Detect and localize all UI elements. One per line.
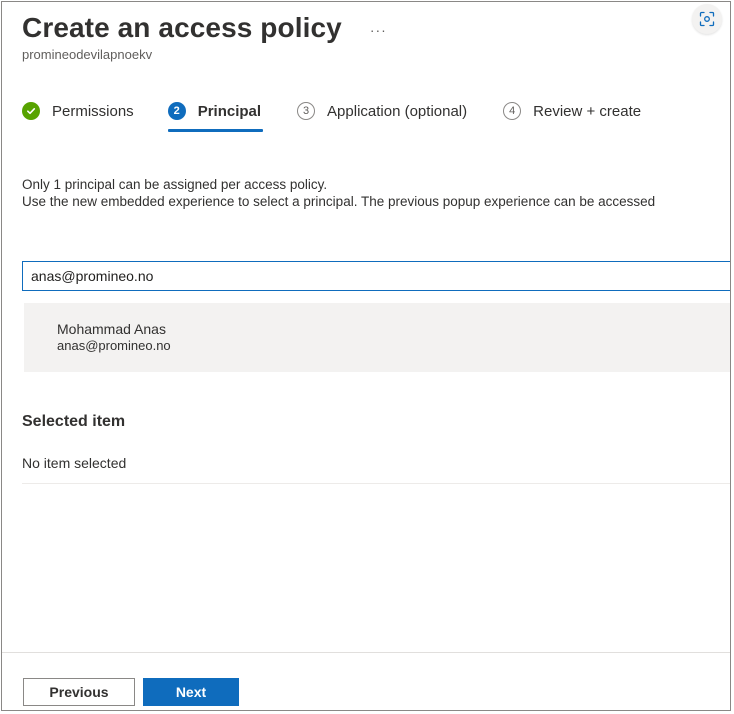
info-text: Only 1 principal can be assigned per acc…	[22, 176, 655, 210]
search-result-item[interactable]: Mohammad Anas anas@promineo.no	[24, 303, 730, 372]
more-options-icon[interactable]: ···	[370, 22, 387, 38]
step-number: 3	[297, 102, 316, 120]
title-row: Create an access policy ···	[22, 12, 387, 44]
access-policy-panel: Create an access policy ··· promineodevi…	[1, 1, 731, 711]
principal-search-input[interactable]	[22, 261, 730, 291]
focus-mode-icon	[699, 11, 715, 27]
result-email: anas@promineo.no	[57, 338, 171, 353]
tab-principal[interactable]: 2 Principal	[167, 98, 264, 132]
resource-name: promineodevilapnoekv	[22, 47, 153, 62]
wizard-steps: Permissions 2 Principal 3 Application (o…	[22, 98, 641, 132]
step-label: Application (optional)	[327, 102, 468, 120]
tab-application[interactable]: 3 Application (optional)	[297, 98, 467, 124]
previous-button[interactable]: Previous	[23, 678, 135, 706]
step-number: 4	[503, 102, 522, 120]
info-line-2: Use the new embedded experience to selec…	[22, 194, 656, 209]
result-name: Mohammad Anas	[57, 321, 166, 337]
selected-item-empty: No item selected	[22, 446, 730, 484]
step-label: Permissions	[52, 102, 134, 120]
footer-bar: Previous Next	[2, 652, 730, 710]
tab-permissions[interactable]: Permissions	[22, 98, 134, 124]
step-label: Principal	[197, 102, 262, 120]
selected-item-heading: Selected item	[22, 413, 126, 430]
step-number: 2	[167, 102, 186, 120]
tab-review-create[interactable]: 4 Review + create	[503, 98, 641, 124]
checkmark-icon	[22, 102, 40, 120]
next-button[interactable]: Next	[143, 678, 239, 706]
focus-mode-button[interactable]	[692, 4, 722, 34]
info-line-1: Only 1 principal can be assigned per acc…	[22, 177, 328, 192]
page-title: Create an access policy	[22, 12, 342, 43]
step-label: Review + create	[533, 102, 642, 120]
